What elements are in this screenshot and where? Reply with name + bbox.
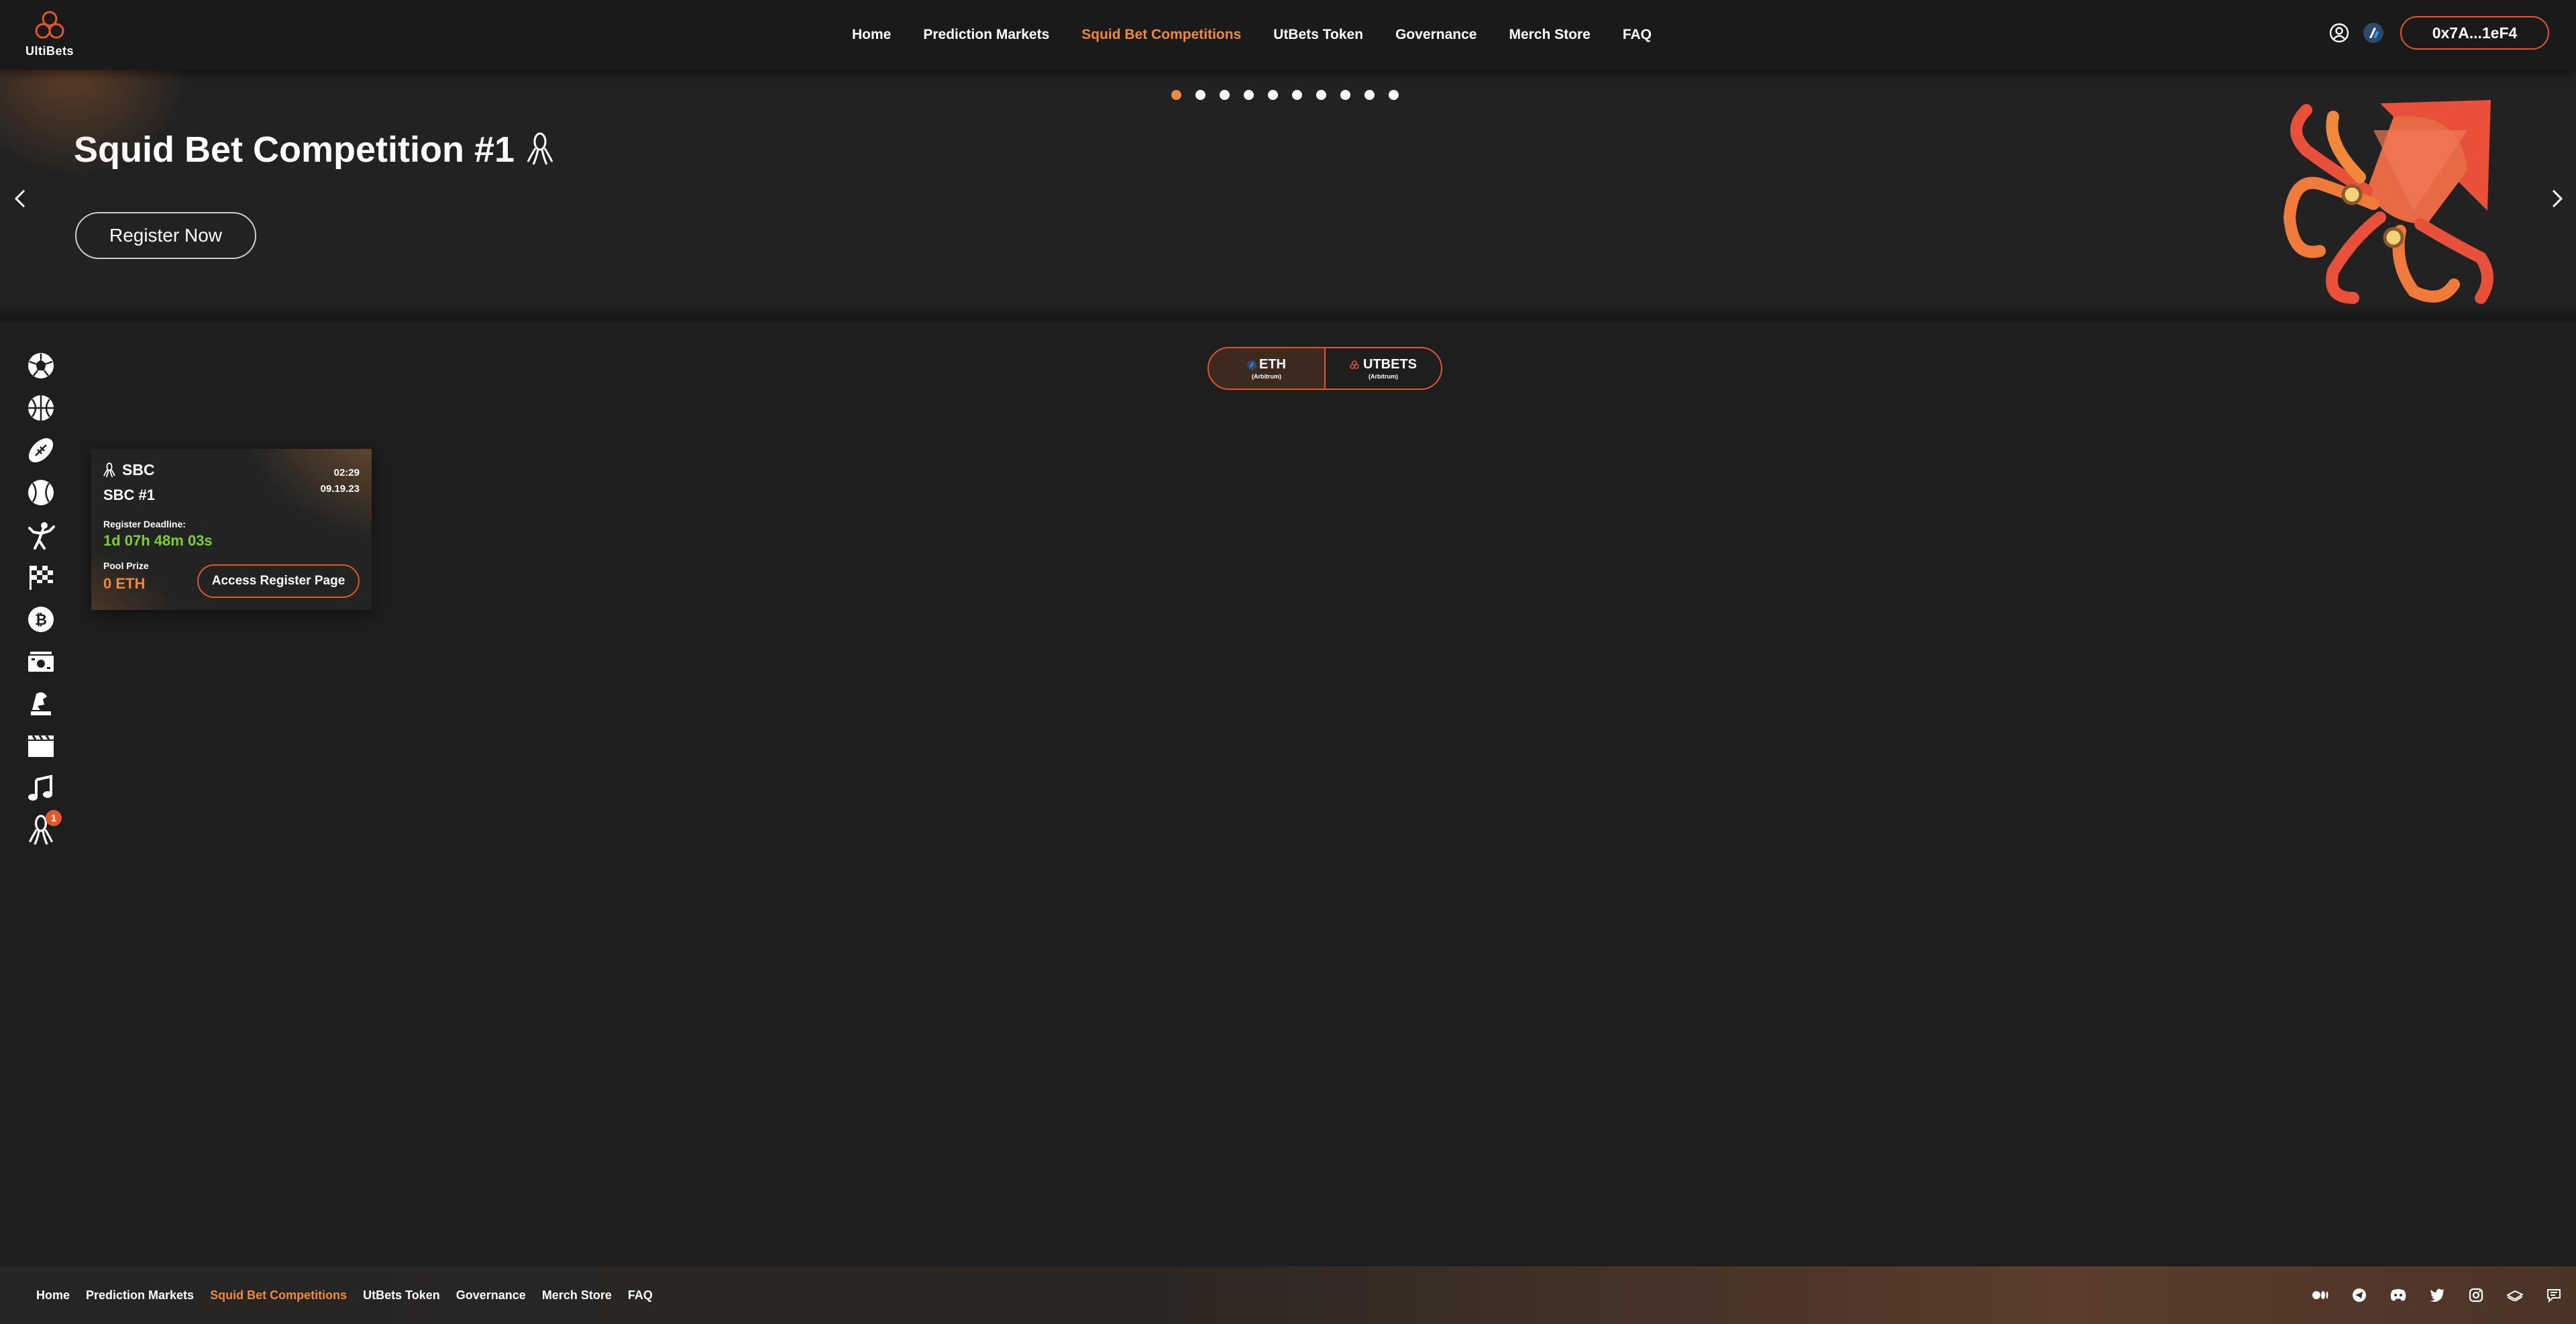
boxing-icon[interactable] [24,518,58,552]
card-time: 02:29 [333,467,360,478]
footer-nav: Home Prediction Markets Squid Bet Compet… [36,1266,669,1324]
football-icon[interactable] [24,434,58,467]
forum-icon[interactable] [2545,1286,2563,1304]
register-now-button[interactable]: Register Now [75,212,256,259]
brand-logo[interactable]: UltiBets [23,8,76,62]
carousel-dots [1171,90,1413,100]
deadline-label: Register Deadline: [103,519,186,529]
currency-option-utbets[interactable]: UTBETS (Arbitrum) [1326,348,1441,389]
card-tag-label: SBC [122,461,155,478]
nav-prediction-markets[interactable]: Prediction Markets [923,27,1049,43]
footer-link-merch-store[interactable]: Merch Store [542,1288,612,1303]
nav-merch-store[interactable]: Merch Store [1509,27,1590,43]
currency-label: ETH [1259,357,1286,372]
footer-link-governance[interactable]: Governance [456,1288,526,1303]
competition-card: SBC 02:29 09.19.23 SBC #1 Register Deadl… [91,449,372,610]
nav-faq[interactable]: FAQ [1623,27,1652,43]
carousel-dot[interactable] [1171,90,1181,100]
nav-home[interactable]: Home [852,27,891,43]
carousel-dot[interactable] [1292,90,1302,100]
hero-banner: Squid Bet Competition #1 Register Now [0,70,2576,321]
carousel-dot[interactable] [1195,90,1205,100]
logo-icon [35,11,64,39]
header-actions: 0x7A...1eF4 [2329,16,2549,50]
social-links [2290,1266,2563,1324]
racing-flag-icon[interactable] [24,560,58,594]
card-category: SBC [103,461,155,479]
carousel-dot[interactable] [1244,90,1254,100]
pool-prize-value: 0 ETH [103,575,146,592]
carousel-dot[interactable] [1268,90,1278,100]
top-header: UltiBets Home Prediction Markets Squid B… [0,0,2576,70]
pool-prize-label: Pool Prize [103,560,149,571]
wallet-button[interactable]: 0x7A...1eF4 [2400,16,2549,50]
currency-label: UTBETS [1363,357,1417,372]
card-title: SBC #1 [103,487,156,503]
currency-toggle: ETH (Arbitrum) UTBETS (Arbitrum) [1208,347,1442,390]
gitbook-icon[interactable] [2506,1286,2524,1304]
category-sidebar: ₿ 1 [24,349,62,856]
notification-badge: 1 [46,810,62,826]
squid-category-icon[interactable]: 1 [24,810,62,848]
nav-squid-bet-competitions[interactable]: Squid Bet Competitions [1081,27,1241,43]
footer-link-faq[interactable]: FAQ [628,1288,653,1303]
politics-icon[interactable] [24,687,58,721]
card-datetime: 02:29 09.19.23 [321,465,360,497]
discord-icon[interactable] [2390,1286,2407,1304]
arbitrum-small-icon [1247,360,1256,370]
footer-link-utbets-token[interactable]: UtBets Token [363,1288,440,1303]
user-icon[interactable] [2329,23,2349,43]
money-icon[interactable] [24,645,58,678]
basketball-icon[interactable] [24,391,58,425]
footer-link-home[interactable]: Home [36,1288,70,1303]
footer: Home Prediction Markets Squid Bet Compet… [0,1266,2576,1324]
arbitrum-icon[interactable] [2363,22,2384,44]
medium-icon[interactable] [2312,1286,2329,1304]
currency-option-eth[interactable]: ETH (Arbitrum) [1209,348,1326,389]
soccer-icon[interactable] [24,349,58,383]
currency-network-label: (Arbitrum) [1368,373,1398,380]
carousel-dot[interactable] [1364,90,1375,100]
footer-link-prediction-markets[interactable]: Prediction Markets [86,1288,194,1303]
prev-slide-arrow-icon[interactable] [11,185,31,212]
music-icon[interactable] [24,772,58,805]
hero-title-text: Squid Bet Competition #1 [74,130,515,170]
carousel-dot[interactable] [1316,90,1326,100]
carousel-dot[interactable] [1389,90,1399,100]
twitter-icon[interactable] [2428,1286,2446,1304]
squid-icon [527,132,553,165]
nav-governance[interactable]: Governance [1395,27,1477,43]
currency-network-label: (Arbitrum) [1252,373,1281,380]
movie-icon[interactable] [24,729,58,763]
main-nav: Home Prediction Markets Squid Bet Compet… [852,0,1684,70]
utbets-small-icon [1350,360,1359,369]
carousel-dot[interactable] [1220,90,1230,100]
access-register-page-button[interactable]: Access Register Page [197,564,360,598]
footer-link-squid-bet-competitions[interactable]: Squid Bet Competitions [210,1288,347,1303]
brand-name: UltiBets [25,44,74,58]
card-date: 09.19.23 [320,483,360,495]
bitcoin-icon[interactable]: ₿ [24,603,58,636]
squid-illustration-icon [2283,100,2493,304]
hero-title: Squid Bet Competition #1 [74,129,553,170]
deadline-countdown: 1d 07h 48m 03s [103,532,213,549]
nav-utbets-token[interactable]: UtBets Token [1273,27,1363,43]
instagram-icon[interactable] [2467,1286,2485,1304]
squid-icon [103,462,115,477]
svg-text:₿: ₿ [35,612,47,629]
carousel-dot[interactable] [1340,90,1350,100]
next-slide-arrow-icon[interactable] [2546,185,2567,212]
baseball-icon[interactable] [24,476,58,509]
telegram-icon[interactable] [2351,1286,2368,1304]
